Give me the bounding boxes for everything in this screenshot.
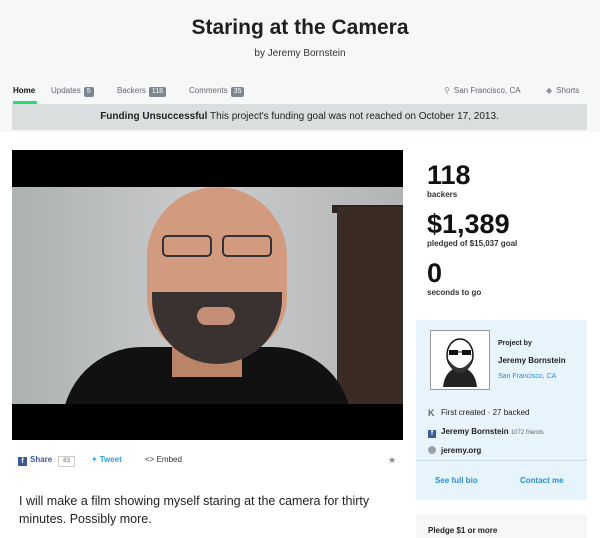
share-label: Share: [30, 455, 53, 464]
share-bar: f Share 83 ✦ Tweet <> Embed ★: [18, 455, 403, 469]
project-video[interactable]: [12, 150, 403, 440]
funding-stats: 118 backers $1,389 pledged of $15,037 go…: [427, 160, 597, 307]
tab-updates[interactable]: Updates 5: [51, 86, 94, 97]
tab-comments-count: 35: [230, 87, 245, 97]
time-label: seconds to go: [427, 288, 482, 297]
funding-status-banner: Funding Unsuccessful This project's fund…: [12, 104, 587, 130]
funding-status: Funding Unsuccessful: [100, 111, 208, 122]
project-description: I will make a film showing myself starin…: [19, 494, 370, 526]
tweet-label: Tweet: [99, 455, 122, 464]
creator-website[interactable]: jeremy.org: [428, 446, 481, 455]
tag-icon: ◆: [546, 86, 553, 95]
pledge-reward[interactable]: Pledge $1 or more: [416, 514, 587, 538]
facebook-share-button[interactable]: f Share 83: [18, 455, 75, 467]
tab-updates-label: Updates: [51, 86, 81, 95]
tab-home-label: Home: [13, 86, 36, 95]
category-link[interactable]: ◆ Shorts: [546, 86, 579, 95]
kickstarter-icon: K: [428, 408, 435, 418]
embed-label: Embed: [156, 455, 182, 464]
facebook-name: Jeremy Bornstein: [441, 427, 509, 436]
embed-button[interactable]: <> Embed: [145, 455, 182, 464]
divider: [416, 460, 587, 461]
project-byline[interactable]: by Jeremy Bornstein: [0, 48, 600, 59]
facebook-icon: f: [428, 430, 436, 438]
creator-facebook[interactable]: f Jeremy Bornstein 1072 friends: [428, 427, 544, 438]
tab-comments[interactable]: Comments 35: [189, 86, 245, 97]
funding-message: This project's funding goal was not reac…: [210, 111, 499, 122]
code-icon: <>: [145, 455, 155, 464]
creator-avatar[interactable]: [430, 330, 490, 390]
share-count: 83: [58, 456, 75, 467]
project-title: Staring at the Camera: [191, 16, 409, 39]
globe-icon: [428, 446, 436, 454]
pledged-label: pledged of $15,037 goal: [427, 239, 518, 248]
tweet-button[interactable]: ✦ Tweet: [91, 455, 122, 464]
creator-name[interactable]: Jeremy Bornstein: [498, 356, 566, 365]
see-full-bio-button[interactable]: See full bio: [435, 476, 478, 485]
location-label: San Francisco, CA: [453, 86, 521, 95]
creator-card: Project by Jeremy Bornstein San Francisc…: [416, 320, 587, 500]
website-text: jeremy.org: [441, 446, 482, 455]
location-pin-icon: ⚲: [444, 86, 450, 95]
facebook-icon: f: [18, 457, 27, 466]
facebook-friends: 1072 friends: [510, 430, 544, 436]
tab-backers-label: Backers: [117, 86, 146, 95]
time-left: 0: [427, 258, 443, 288]
location-link[interactable]: ⚲ San Francisco, CA: [444, 86, 521, 95]
star-icon[interactable]: ★: [388, 455, 396, 466]
tab-backers[interactable]: Backers 118: [117, 86, 167, 97]
tab-comments-label: Comments: [189, 86, 228, 95]
backers-label: backers: [427, 190, 458, 199]
tab-home[interactable]: Home: [13, 86, 35, 95]
creator-portrait-icon: [431, 331, 489, 389]
pledge-label: Pledge $1 or more: [428, 526, 498, 535]
twitter-icon: ✦: [91, 455, 98, 464]
contact-me-button[interactable]: Contact me: [520, 476, 564, 485]
backers-count: 118: [427, 160, 471, 190]
video-frame: [12, 187, 403, 404]
tab-updates-count: 5: [83, 87, 94, 97]
creator-history: K First created · 27 backed: [428, 408, 530, 418]
tab-backers-count: 118: [148, 87, 167, 97]
creator-history-text: First created · 27 backed: [441, 408, 530, 417]
category-label: Shorts: [556, 86, 580, 95]
project-nav: Home Updates 5 Backers 118 Comments 35 ⚲ San…: [0, 80, 600, 104]
pledged-amount: $1,389: [427, 209, 510, 239]
creator-location[interactable]: San Francisco, CA: [498, 373, 556, 380]
creator-heading: Project by: [498, 340, 532, 347]
